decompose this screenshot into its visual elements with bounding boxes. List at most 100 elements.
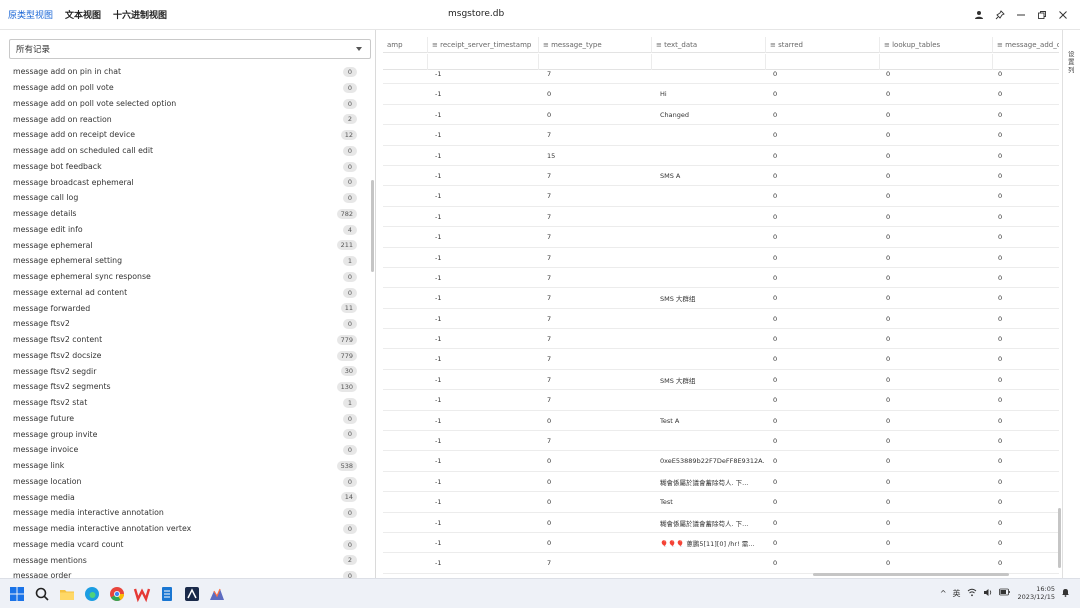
column-header[interactable]: ≡ message_type: [538, 37, 651, 53]
table-list-item[interactable]: message external ad content 0: [0, 285, 372, 301]
table-row[interactable]: -1 0 糊會係屬於議會蓄除苟人. 下... 0 0 0: [383, 472, 1059, 493]
vertical-scrollbar[interactable]: [1058, 508, 1061, 568]
analysis-app-icon[interactable]: [208, 585, 226, 603]
table-list-item[interactable]: message media 14: [0, 489, 372, 505]
notification-bell-icon[interactable]: [1061, 587, 1070, 599]
column-header[interactable]: ≡ message_add_on: [992, 37, 1059, 53]
table-row[interactable]: -1 7 0 0 0: [383, 349, 1059, 370]
user-icon[interactable]: [970, 7, 988, 23]
column-settings-button[interactable]: 设置列: [1068, 50, 1076, 74]
notes-app-icon[interactable]: [158, 585, 176, 603]
chrome-browser-icon[interactable]: [108, 585, 126, 603]
table-row[interactable]: -1 7 0 0 0: [383, 207, 1059, 228]
table-list-item[interactable]: message add on receipt device 12: [0, 127, 372, 143]
table-list-item[interactable]: message ftsv2 content 779: [0, 332, 372, 348]
volume-icon[interactable]: [983, 588, 993, 599]
table-row[interactable]: -1 0 0xeE53889b22F7DeFF8E9312A... 0 0 0: [383, 451, 1059, 472]
table-list-item[interactable]: message add on poll vote selected option…: [0, 96, 372, 112]
table-list-item[interactable]: message ftsv2 segments 130: [0, 379, 372, 395]
minimize-icon[interactable]: [1012, 7, 1030, 23]
table-list-item[interactable]: message link 538: [0, 458, 372, 474]
tab-text-view[interactable]: 文本视图: [65, 8, 101, 21]
windows-start-icon[interactable]: [8, 585, 26, 603]
table-list-item[interactable]: message add on poll vote 0: [0, 80, 372, 96]
table-row[interactable]: -1 7 0 0 0: [383, 390, 1059, 411]
table-list-item[interactable]: message media vcard count 0: [0, 537, 372, 553]
horizontal-scrollbar[interactable]: [813, 573, 1009, 576]
table-row[interactable]: -1 0 Test 0 0 0: [383, 492, 1059, 513]
close-icon[interactable]: [1054, 7, 1072, 23]
record-filter-select[interactable]: 所有记录: [9, 39, 371, 59]
table-cell: 0: [998, 396, 1003, 405]
system-clock[interactable]: 16:05 2023/12/15: [1018, 585, 1055, 601]
table-list-item[interactable]: message ftsv2 segdir 30: [0, 363, 372, 379]
table-list-item[interactable]: message edit info 4: [0, 222, 372, 238]
table-list-item[interactable]: message add on scheduled call edit 0: [0, 143, 372, 159]
table-list-item[interactable]: message add on pin in chat 0: [0, 64, 372, 80]
table-row[interactable]: -1 7 0 0 0: [383, 125, 1059, 146]
table-list-item[interactable]: message mentions 2: [0, 552, 372, 568]
column-header[interactable]: amp: [383, 37, 427, 53]
table-list-item[interactable]: message ephemeral setting 1: [0, 253, 372, 269]
search-icon[interactable]: [33, 585, 51, 603]
table-row[interactable]: -1 7 SMS 大群组 0 0 0: [383, 288, 1059, 309]
table-row[interactable]: -1 0 🎈🎈🎈 蔥鹏5[11][0] /hr! 需... 0 0 0: [383, 533, 1059, 554]
wps-office-icon[interactable]: [133, 585, 151, 603]
table-list-item[interactable]: message add on reaction 2: [0, 111, 372, 127]
table-list-item[interactable]: message details 782: [0, 206, 372, 222]
left-scrollbar[interactable]: [371, 180, 374, 272]
table-row[interactable]: -1 15 0 0 0: [383, 146, 1059, 166]
table-list-item[interactable]: message ephemeral sync response 0: [0, 269, 372, 285]
table-list-item[interactable]: message call log 0: [0, 190, 372, 206]
pin-icon[interactable]: [991, 7, 1009, 23]
table-row[interactable]: -1 7 0 0 0: [383, 64, 1059, 85]
record-count-badge: 1: [343, 397, 357, 408]
table-list-item[interactable]: message location 0: [0, 474, 372, 490]
column-header[interactable]: ≡ starred: [765, 37, 879, 53]
forensic-app-icon[interactable]: [183, 585, 201, 603]
table-cell: 0: [547, 457, 552, 466]
table-list-item[interactable]: message forwarded 11: [0, 300, 372, 316]
table-list-item[interactable]: message media interactive annotation ver…: [0, 521, 372, 537]
column-header[interactable]: ≡ text_data: [651, 37, 765, 53]
table-list-item[interactable]: message order 0: [0, 568, 372, 578]
restore-icon[interactable]: [1033, 7, 1051, 23]
table-row[interactable]: -1 7 0 0 0: [383, 248, 1059, 268]
column-header[interactable]: ≡ lookup_tables: [879, 37, 992, 53]
battery-icon[interactable]: [998, 588, 1010, 598]
column-header[interactable]: ≡ receipt_server_timestamp: [427, 37, 538, 53]
table-list-item[interactable]: message invoice 0: [0, 442, 372, 458]
table-row[interactable]: -1 7 0 0 0: [383, 553, 1059, 574]
table-list-item[interactable]: message broadcast ephemeral 0: [0, 174, 372, 190]
table-row[interactable]: -1 0 糊會係屬於議會蓄除苟人. 下... 0 0 0: [383, 513, 1059, 533]
table-list-item[interactable]: message bot feedback 0: [0, 159, 372, 175]
table-row[interactable]: -1 7 0 0 0: [383, 227, 1059, 248]
table-list-item[interactable]: message media interactive annotation 0: [0, 505, 372, 521]
table-cell: 7: [547, 131, 552, 140]
table-list-item[interactable]: message ftsv2 docsize 779: [0, 348, 372, 364]
table-row[interactable]: -1 7 SMS A 0 0 0: [383, 166, 1059, 187]
tray-expand-icon[interactable]: ^: [940, 589, 947, 598]
tab-hex-view[interactable]: 十六进制视图: [113, 8, 167, 21]
table-cell: 0: [773, 355, 778, 364]
table-list-item[interactable]: message ftsv2 stat 1: [0, 395, 372, 411]
table-row[interactable]: -1 7 0 0 0: [383, 186, 1059, 207]
table-row[interactable]: -1 0 Hi 0 0 0: [383, 84, 1059, 105]
table-row[interactable]: -1 7 0 0 0: [383, 431, 1059, 452]
table-row[interactable]: -1 0 Test A 0 0 0: [383, 411, 1059, 432]
table-list-item[interactable]: message ftsv2 0: [0, 316, 372, 332]
tab-raw-type-view[interactable]: 原类型视图: [8, 8, 53, 21]
table-list-item[interactable]: message ephemeral 211: [0, 237, 372, 253]
table-row[interactable]: -1 7 0 0 0: [383, 309, 1059, 330]
table-row[interactable]: -1 0 Changed 0 0 0: [383, 105, 1059, 126]
table-list-item[interactable]: message group invite 0: [0, 426, 372, 442]
table-row[interactable]: -1 7 0 0 0: [383, 268, 1059, 289]
table-row[interactable]: -1 7 0 0 0: [383, 329, 1059, 350]
edge-browser-icon[interactable]: [83, 585, 101, 603]
input-method-indicator[interactable]: 英: [953, 588, 961, 599]
table-cell: 糊會係屬於議會蓄除苟人. 下...: [660, 519, 749, 528]
table-list-item[interactable]: message future 0: [0, 411, 372, 427]
wifi-icon[interactable]: [967, 588, 977, 599]
file-explorer-icon[interactable]: [58, 585, 76, 603]
table-row[interactable]: -1 7 SMS 大群组 0 0 0: [383, 370, 1059, 391]
